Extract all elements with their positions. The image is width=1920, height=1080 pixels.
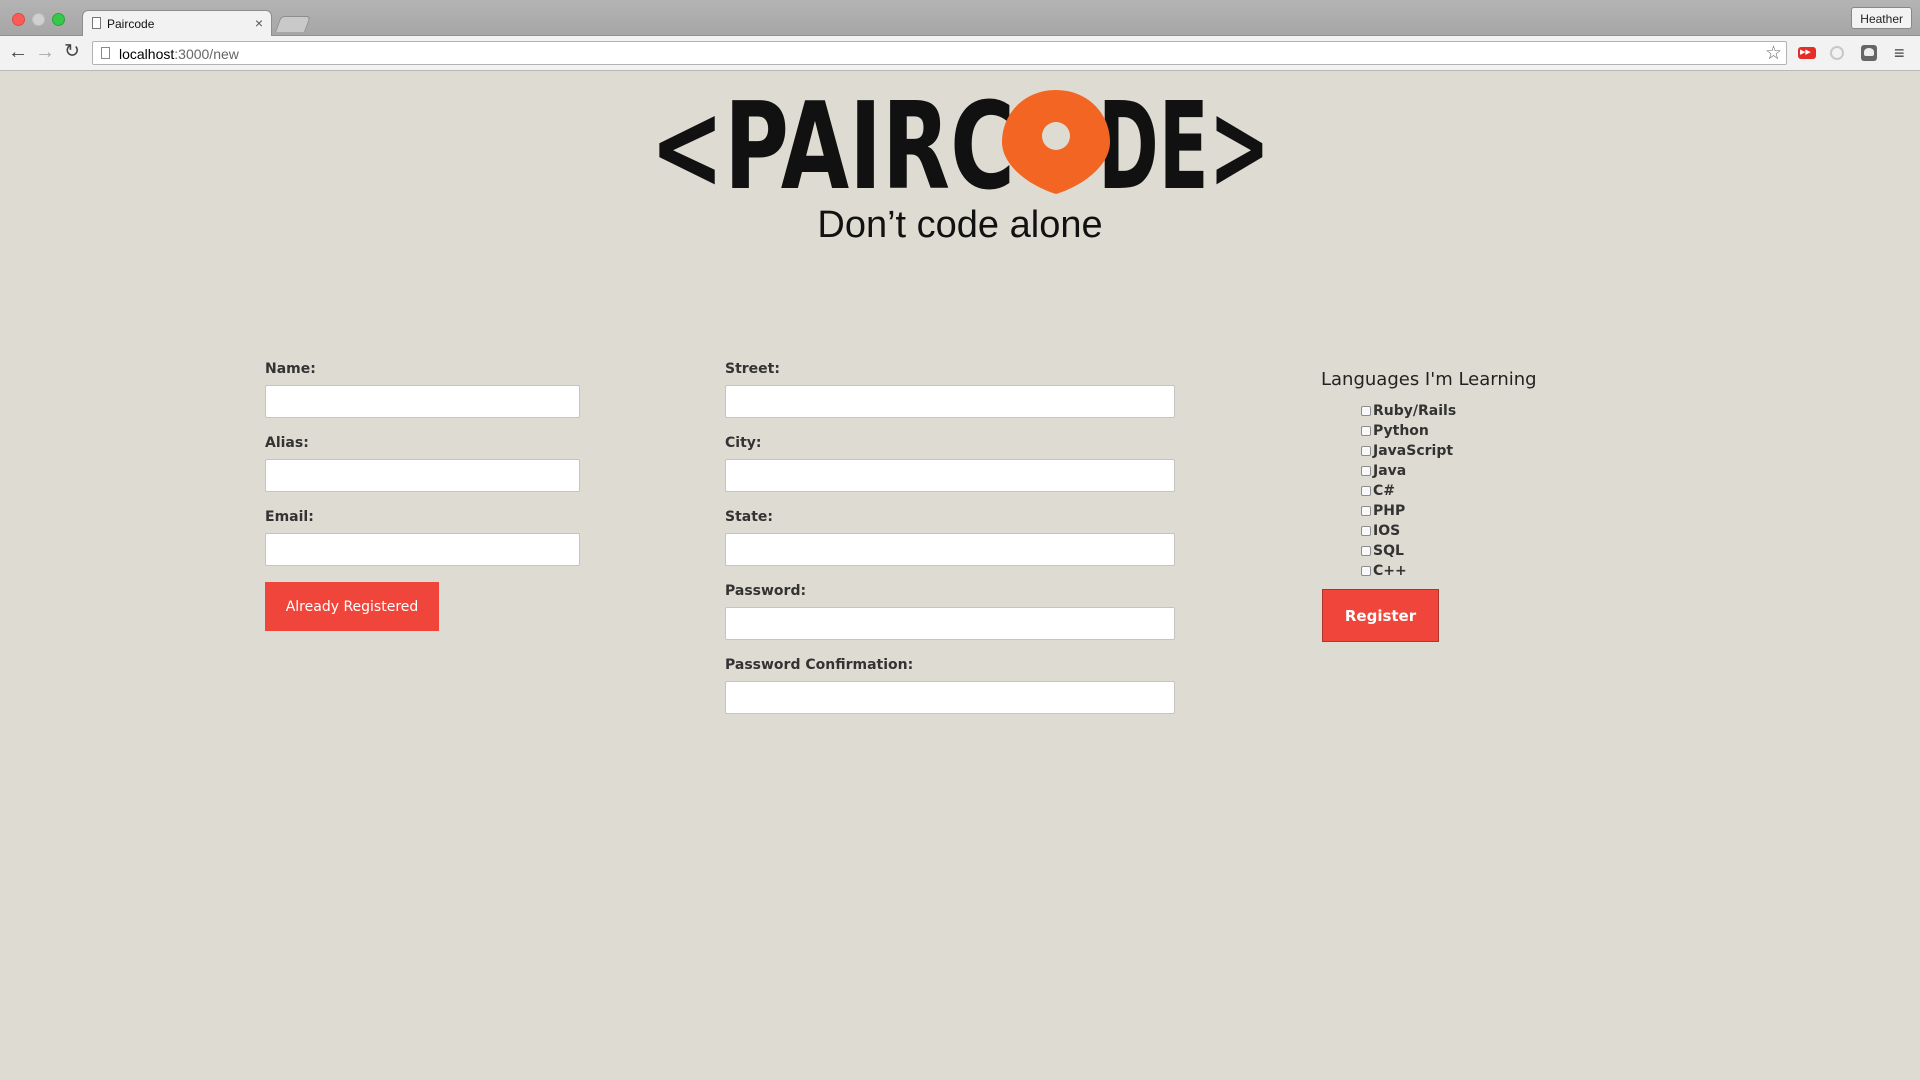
back-arrow-icon[interactable]: ← [8,42,28,62]
page-icon [101,47,110,59]
language-label: Java [1373,463,1407,479]
language-label: IOS [1373,523,1401,539]
language-option-sql[interactable]: SQL [1361,541,1456,561]
browser-toolbar: ← → ↻ localhost:3000/new ☆ ≡ [0,36,1920,71]
checkbox[interactable] [1361,566,1371,576]
tab-close-icon[interactable]: × [255,15,263,31]
minimize-window-button[interactable] [32,13,45,26]
language-option-javascript[interactable]: JavaScript [1361,441,1456,461]
sync-extension-icon[interactable] [1830,46,1844,60]
password-confirmation-label: Password Confirmation: [725,657,914,673]
forward-arrow-icon[interactable]: → [35,42,55,62]
new-tab-button[interactable] [275,16,311,32]
language-option-ios[interactable]: IOS [1361,521,1456,541]
street-input[interactable] [725,385,1175,418]
register-button[interactable]: Register [1322,589,1439,642]
language-option-cpp[interactable]: C++ [1361,561,1456,581]
language-option-python[interactable]: Python [1361,421,1456,441]
ghost-extension-icon[interactable] [1861,45,1877,61]
name-label: Name: [265,361,316,377]
password-input[interactable] [725,607,1175,640]
tab-title: Paircode [107,17,155,31]
reload-icon[interactable]: ↻ [64,42,80,62]
language-option-csharp[interactable]: C# [1361,481,1456,501]
checkbox[interactable] [1361,426,1371,436]
name-input[interactable] [265,385,580,418]
url-host: localhost [119,46,175,62]
city-input[interactable] [725,459,1175,492]
alias-label: Alias: [265,435,309,451]
checkbox[interactable] [1361,506,1371,516]
city-label: City: [725,435,762,451]
window-titlebar: Paircode × Heather [0,0,1920,36]
checkbox[interactable] [1361,526,1371,536]
checkbox[interactable] [1361,546,1371,556]
alias-input[interactable] [265,459,580,492]
already-registered-button[interactable]: Already Registered [265,582,439,631]
logo-text-right: DE> [1098,86,1270,196]
youtube-extension-icon[interactable] [1798,47,1816,59]
languages-heading: Languages I'm Learning [1321,369,1537,390]
state-input[interactable] [725,533,1175,566]
browser-tab-active[interactable]: Paircode × [82,10,272,36]
url-text[interactable]: localhost:3000/new [119,46,239,62]
email-input[interactable] [265,533,580,566]
tagline: Don’t code alone [817,204,1103,246]
zoom-window-button[interactable] [52,13,65,26]
close-window-button[interactable] [12,13,25,26]
star-icon[interactable]: ☆ [1765,42,1782,65]
email-label: Email: [265,509,314,525]
language-option-java[interactable]: Java [1361,461,1456,481]
language-label: JavaScript [1373,443,1454,459]
address-bar[interactable]: localhost:3000/new ☆ [92,41,1787,65]
hamburger-menu-icon[interactable]: ≡ [1894,44,1905,62]
password-confirmation-input[interactable] [725,681,1175,714]
checkbox[interactable] [1361,446,1371,456]
checkbox[interactable] [1361,486,1371,496]
profile-button[interactable]: Heather [1851,7,1912,29]
url-path: :3000/new [174,46,239,62]
page-icon [92,17,101,29]
checkbox[interactable] [1361,406,1371,416]
language-label: PHP [1373,503,1406,519]
paircode-logo: <PAIRC DE> [650,86,1270,196]
state-label: State: [725,509,774,525]
language-option-ruby-rails[interactable]: Ruby/Rails [1361,401,1456,421]
language-label: Ruby/Rails [1373,403,1457,419]
language-option-php[interactable]: PHP [1361,501,1456,521]
language-label: C# [1373,483,1396,499]
logo-text-left: <PAIRC [650,86,1015,196]
language-label: SQL [1373,543,1404,559]
languages-list: Ruby/Rails Python JavaScript Java C# PHP… [1361,401,1456,581]
language-label: Python [1373,423,1429,439]
map-pin-icon [1002,90,1110,194]
street-label: Street: [725,361,780,377]
password-label: Password: [725,583,807,599]
language-label: C++ [1373,563,1407,579]
checkbox[interactable] [1361,466,1371,476]
